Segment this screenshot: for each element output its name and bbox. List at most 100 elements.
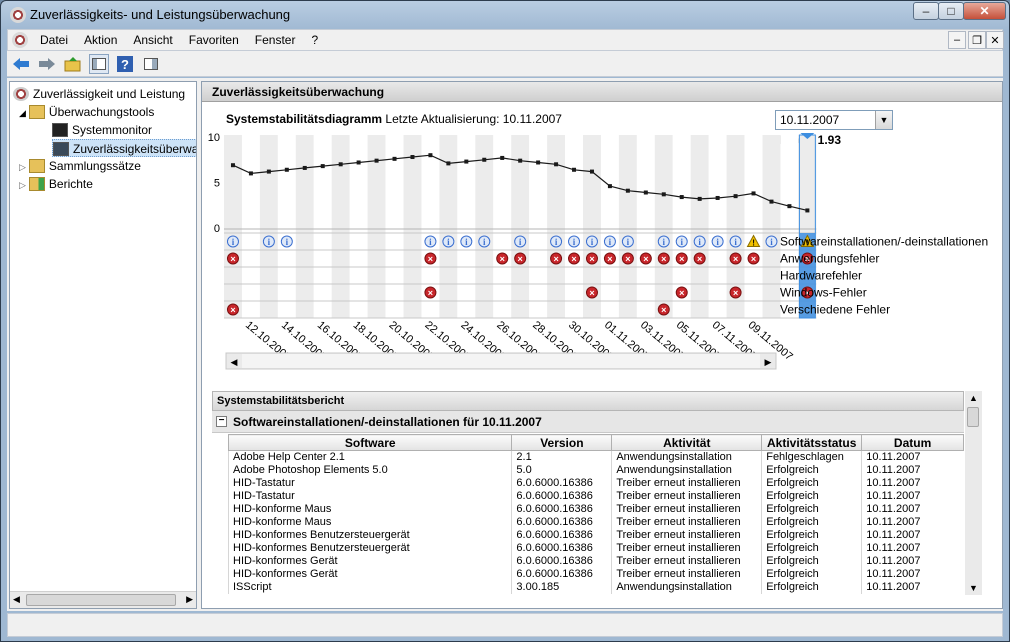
tree-monitoring-tools[interactable]: ◢ Überwachungstools — [19, 103, 154, 121]
data-point — [697, 196, 702, 201]
collapse-minus-icon[interactable]: − — [216, 416, 227, 427]
table-row[interactable]: HID-konformes Gerät 6.0.6000.16386 Treiber… — [227, 555, 964, 568]
day-column — [690, 135, 709, 318]
tree-horizontal-scrollbar[interactable]: ◀ ▶ — [10, 591, 196, 608]
menu-help[interactable]: ? — [303, 33, 326, 47]
mdi-restore-button[interactable]: ❐ — [968, 31, 986, 49]
system-menu-icon[interactable] — [12, 32, 28, 48]
table-row[interactable]: HID-konforme Maus 6.0.6000.16386 Treiber e… — [227, 516, 964, 529]
table-cell: 10.11.2007 — [861, 464, 964, 477]
table-cell: Treiber erneut installieren — [611, 568, 762, 581]
scroll-thumb[interactable] — [967, 407, 979, 427]
collapse-triangle-icon[interactable]: ◢ — [19, 108, 26, 118]
day-column — [708, 135, 727, 318]
table-row[interactable]: HID-konformes Benutzersteuergerät 6.0.600… — [227, 529, 964, 542]
tree-reports[interactable]: ▷ Berichte — [19, 175, 93, 193]
table-row[interactable]: HID-Tastatur 6.0.6000.16386 Treiber erneut… — [227, 490, 964, 503]
data-point — [805, 208, 810, 213]
panel-header: Zuverlässigkeitsüberwachung — [202, 82, 1002, 102]
expand-triangle-icon[interactable]: ▷ — [19, 162, 26, 172]
back-arrow-icon[interactable] — [11, 54, 31, 74]
table-row[interactable]: HID-konforme Maus 6.0.6000.16386 Treiber e… — [227, 503, 964, 516]
app-window: Zuverlässigkeits- und Leistungsüberwachu… — [0, 0, 1010, 642]
scroll-left-icon[interactable]: ◀ — [13, 594, 20, 605]
tree-root[interactable]: Zuverlässigkeit und Leistung — [13, 85, 185, 103]
error-icon-glyph: × — [553, 254, 558, 264]
help-icon[interactable]: ? — [115, 54, 135, 74]
row-label: Anwendungsfehler — [780, 252, 879, 266]
table-cell: 6.0.6000.16386 — [511, 542, 612, 555]
error-icon-glyph: × — [428, 288, 433, 298]
table-row[interactable]: HID-Tastatur 6.0.6000.16386 Treiber erneut… — [227, 477, 964, 490]
day-column — [224, 135, 242, 318]
table-cell: Erfolgreich — [761, 477, 862, 490]
mdi-minimize-button[interactable]: – — [948, 31, 966, 49]
scroll-up-icon[interactable]: ▲ — [969, 393, 978, 403]
col-status[interactable]: Aktivitätsstatus — [761, 434, 863, 451]
error-icon-glyph: × — [428, 254, 433, 264]
data-point — [320, 164, 325, 169]
table-cell: 10.11.2007 — [861, 490, 964, 503]
day-column — [565, 135, 583, 318]
report-vertical-scrollbar[interactable]: ▲ ▼ — [965, 391, 982, 595]
day-column — [762, 135, 781, 318]
menu-fenster[interactable]: Fenster — [247, 33, 304, 47]
table-cell: Treiber erneut installieren — [611, 477, 762, 490]
col-software[interactable]: Software — [227, 434, 513, 451]
col-date[interactable]: Datum — [861, 434, 964, 451]
row-label: Hardwarefehler — [780, 269, 862, 283]
table-row[interactable]: ISScript 3.00.185 Anwendungsinstallation Er… — [227, 581, 964, 594]
col-version[interactable]: Version — [511, 434, 613, 451]
warning-icon-glyph: ! — [752, 239, 755, 248]
table-cell: Erfolgreich — [761, 555, 862, 568]
stability-report: Systemstabilitätsbericht − Softwareinsta… — [212, 391, 964, 595]
menu-ansicht[interactable]: Ansicht — [125, 33, 180, 47]
expand-triangle-icon[interactable]: ▷ — [19, 180, 26, 190]
maximize-button[interactable]: □ — [938, 2, 964, 20]
console-tree-toggle-icon[interactable] — [89, 53, 109, 74]
error-icon-glyph: × — [571, 254, 576, 264]
action-pane-icon[interactable] — [141, 54, 161, 74]
data-point — [607, 184, 612, 189]
up-folder-icon[interactable] — [63, 54, 83, 74]
table-cell: Anwendungsinstallation — [611, 464, 762, 477]
stability-chart[interactable]: 1050i i i i i i i i i i i i i i i i i i i! !Softwareinstall… — [202, 103, 1002, 373]
forward-arrow-icon[interactable] — [37, 54, 57, 74]
data-point — [679, 195, 684, 200]
scroll-right-icon[interactable]: ▶ — [186, 594, 193, 605]
table-cell: 10.11.2007 — [861, 503, 964, 516]
day-column — [654, 135, 673, 318]
table-row[interactable]: Adobe Photoshop Elements 5.0 5.0 Anwendung… — [227, 464, 964, 477]
scroll-thumb[interactable] — [26, 594, 176, 606]
report-section-header[interactable]: − Softwareinstallationen/-deinstallation… — [212, 411, 964, 433]
scroll-down-icon[interactable]: ▼ — [969, 583, 978, 593]
table-cell: Adobe Help Center 2.1 — [227, 450, 512, 464]
menu-favoriten[interactable]: Favoriten — [181, 33, 247, 47]
data-point — [392, 156, 397, 161]
table-cell: 10.11.2007 — [861, 516, 964, 529]
report-folder-icon — [28, 177, 45, 191]
report-section-title: Softwareinstallationen/-deinstallationen… — [233, 414, 542, 429]
menu-datei[interactable]: Datei — [32, 33, 76, 47]
close-button[interactable]: ✕ — [963, 2, 1006, 20]
data-point — [625, 188, 630, 193]
table-cell: Erfolgreich — [761, 516, 862, 529]
table-row[interactable]: Adobe Help Center 2.1 2.1 Anwendungsinstal… — [227, 450, 964, 464]
minimize-button[interactable]: – — [913, 2, 939, 20]
table-cell: 6.0.6000.16386 — [511, 568, 612, 581]
table-row[interactable]: HID-konformes Gerät 6.0.6000.16386 Treiber… — [227, 568, 964, 581]
table-cell: Erfolgreich — [761, 464, 862, 477]
reliability-panel: Zuverlässigkeitsüberwachung Systemstabil… — [201, 81, 1003, 609]
day-column — [295, 135, 314, 318]
tree-reliability-monitor[interactable]: Zuverlässigkeitsüberwa — [52, 139, 196, 157]
tree-collector-sets[interactable]: ▷ Sammlungssätze — [19, 157, 141, 175]
mdi-close-button[interactable]: ✕ — [986, 31, 1004, 49]
table-cell: HID-konformes Benutzersteuergerät — [227, 529, 512, 542]
table-row[interactable]: HID-konformes Benutzersteuergerät 6.0.600… — [227, 542, 964, 555]
app-icon — [10, 7, 26, 23]
error-icon-glyph: × — [500, 254, 505, 264]
tree-system-monitor[interactable]: Systemmonitor — [52, 121, 152, 139]
menu-aktion[interactable]: Aktion — [76, 33, 125, 47]
col-activity[interactable]: Aktivität — [611, 434, 763, 451]
data-point — [518, 158, 523, 163]
